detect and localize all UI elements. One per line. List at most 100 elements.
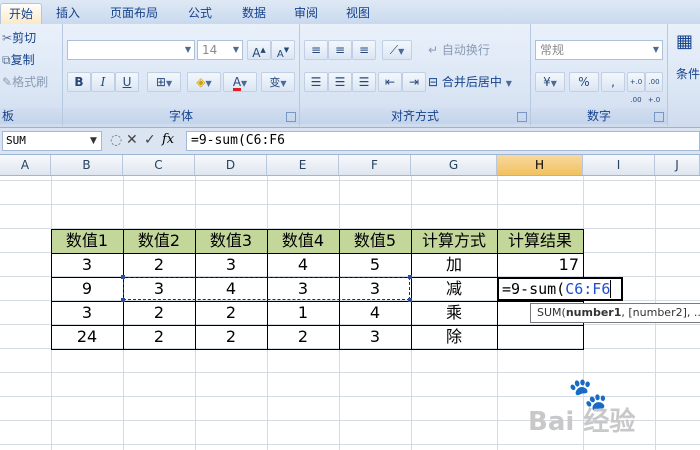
tab-page-layout[interactable]: 页面布局 — [100, 3, 168, 23]
border-icon: ⊞ — [155, 75, 166, 89]
chevron-down-icon: ▼ — [232, 45, 239, 54]
align-right-icon[interactable]: ☰ — [352, 72, 376, 92]
alignment-group-label: 对齐方式 — [300, 108, 530, 124]
brush-icon: ✎ — [2, 75, 13, 89]
formula-input[interactable]: =9-sum(C6:F6 — [186, 131, 700, 151]
column-header-j[interactable]: J — [655, 155, 700, 175]
font-group: ▼ 14 ▼ A▲ A▼ B I U ⊞▼ ◈▼ A▼ 变▼ 字体 — [63, 24, 300, 126]
merge-center-button[interactable]: ⊟ 合并后居中 ▼ — [428, 72, 512, 92]
conditional-format-icon[interactable]: ▦ — [676, 32, 693, 52]
font-dialog-launcher[interactable] — [286, 112, 296, 122]
wrap-text-button[interactable]: ↵ 自动换行 — [428, 40, 490, 60]
clipboard-group-label: 板 — [0, 108, 62, 124]
text-cursor: ​ — [610, 280, 612, 298]
column-header-c[interactable]: C — [123, 155, 195, 175]
alignment-dialog-launcher[interactable] — [517, 112, 527, 122]
increase-decimal-button[interactable]: +.0 .00 — [627, 72, 645, 104]
column-header-d[interactable]: D — [195, 155, 267, 175]
number-format-box[interactable]: 常规 ▼ — [535, 40, 663, 60]
grow-font-button[interactable]: A▲ — [247, 40, 271, 60]
marquee-handle[interactable] — [121, 298, 125, 302]
italic-button[interactable]: I — [91, 72, 115, 92]
chevron-down-icon: ▼ — [184, 45, 191, 54]
bold-button[interactable]: B — [67, 72, 91, 92]
align-top-icon[interactable]: ≡ — [304, 40, 328, 60]
shrink-font-icon: A — [276, 49, 284, 60]
format-painter-button[interactable]: ✎格式刷 — [2, 72, 48, 92]
styles-group: ▦ 条件 — [668, 24, 700, 126]
percent-button[interactable]: % — [569, 72, 599, 92]
font-size-box[interactable]: 14 ▼ — [197, 40, 243, 60]
enter-icon[interactable]: ✓ — [144, 132, 156, 148]
clipboard-group: ✂剪切 ⧉复制 ✎格式刷 板 — [0, 24, 63, 126]
border-button[interactable]: ⊞▼ — [147, 72, 181, 92]
column-header-e[interactable]: E — [267, 155, 339, 175]
phonetic-button[interactable]: 变▼ — [261, 72, 295, 92]
decrease-indent-icon[interactable]: ⇤ — [378, 72, 402, 92]
comma-button[interactable]: , — [601, 72, 625, 92]
decrease-decimal-button[interactable]: .00 +.0 — [645, 72, 663, 104]
fill-color-button[interactable]: ◈▼ — [187, 72, 221, 92]
column-header-a[interactable]: A — [0, 155, 51, 175]
orientation-icon: ⟋ — [389, 43, 399, 57]
name-box[interactable]: SUM — [2, 131, 102, 151]
number-dialog-launcher[interactable] — [654, 112, 664, 122]
formula-bar: SUM ▼ ◌ ✕ ✓ fx =9-sum(C6:F6 — [0, 128, 700, 155]
edit-formula-prefix: =9-sum( — [502, 280, 566, 298]
font-size-value: 14 — [202, 43, 218, 57]
column-header-h[interactable]: H — [497, 155, 583, 175]
more-icon: ◌ — [110, 132, 123, 148]
cut-button[interactable]: ✂剪切 — [2, 28, 36, 48]
scissors-icon: ✂ — [2, 31, 13, 45]
range-reference-marquee — [121, 275, 412, 302]
copy-button[interactable]: ⧉复制 — [2, 50, 35, 70]
active-cell-editor[interactable]: =9-sum(C6:F6​ — [497, 277, 623, 301]
name-box-dropdown-icon[interactable]: ▼ — [90, 136, 97, 146]
number-format-value: 常规 — [540, 43, 565, 57]
number-group: 常规 ▼ ¥▼ % , +.0 .00 .00 +.0 数字 — [531, 24, 668, 126]
tab-view[interactable]: 视图 — [338, 3, 378, 23]
orientation-button[interactable]: ⟋▼ — [382, 40, 412, 60]
edit-formula-range: C6:F6 — [565, 280, 611, 298]
marquee-handle[interactable] — [408, 298, 412, 302]
paint-bucket-icon: ◈ — [196, 75, 206, 89]
tab-home[interactable]: 开始 — [0, 3, 42, 24]
tab-data[interactable]: 数据 — [234, 3, 274, 23]
insert-function-icon[interactable]: fx — [162, 132, 174, 147]
font-color-button[interactable]: A▼ — [223, 72, 257, 92]
baidu-watermark-logo: 🐾 Bai 经验 — [528, 375, 636, 437]
column-header-i[interactable]: I — [583, 155, 655, 175]
conditional-format-label[interactable]: 条件 — [676, 64, 700, 84]
currency-icon: ¥ — [543, 75, 551, 89]
phonetic-icon: 变 — [269, 76, 281, 89]
increase-indent-icon[interactable]: ⇥ — [402, 72, 426, 92]
column-header-f[interactable]: F — [339, 155, 411, 175]
align-center-icon[interactable]: ☰ — [328, 72, 352, 92]
tooltip-function-name[interactable]: SUM( — [537, 306, 566, 319]
shrink-font-button[interactable]: A▼ — [271, 40, 295, 60]
underline-button[interactable]: U — [115, 72, 139, 92]
wrap-text-label: 自动换行 — [441, 43, 490, 57]
column-header-g[interactable]: G — [411, 155, 497, 175]
formula-buttons: ◌ ✕ ✓ fx — [108, 132, 184, 150]
column-header-b[interactable]: B — [51, 155, 123, 175]
ribbon-tab-bar: 开始 插入 页面布局 公式 数据 审阅 视图 — [0, 0, 700, 25]
merge-center-label: 合并后居中 — [441, 75, 502, 89]
tab-insert[interactable]: 插入 — [48, 3, 88, 23]
marquee-handle[interactable] — [408, 275, 412, 279]
copy-label: 复制 — [10, 53, 35, 67]
align-bottom-icon[interactable]: ≡ — [352, 40, 376, 60]
tab-review[interactable]: 审阅 — [286, 3, 326, 23]
align-left-icon[interactable]: ☰ — [304, 72, 328, 92]
tab-formulas[interactable]: 公式 — [180, 3, 220, 23]
align-middle-icon[interactable]: ≡ — [328, 40, 352, 60]
cancel-icon[interactable]: ✕ — [126, 132, 138, 148]
font-color-icon: A — [232, 75, 242, 91]
currency-button[interactable]: ¥▼ — [535, 72, 565, 92]
chevron-down-icon: ▼ — [652, 45, 659, 54]
alignment-group: ≡ ≡ ≡ ⟋▼ ↵ 自动换行 ☰ ☰ ☰ ⇤ ⇥ ⊟ 合并后居中 ▼ 对齐方式 — [300, 24, 531, 126]
font-name-box[interactable]: ▼ — [67, 40, 195, 60]
function-tooltip[interactable]: SUM(number1, [number2], ... — [530, 303, 700, 323]
tooltip-current-arg: number1 — [565, 306, 622, 319]
marquee-handle[interactable] — [121, 275, 125, 279]
